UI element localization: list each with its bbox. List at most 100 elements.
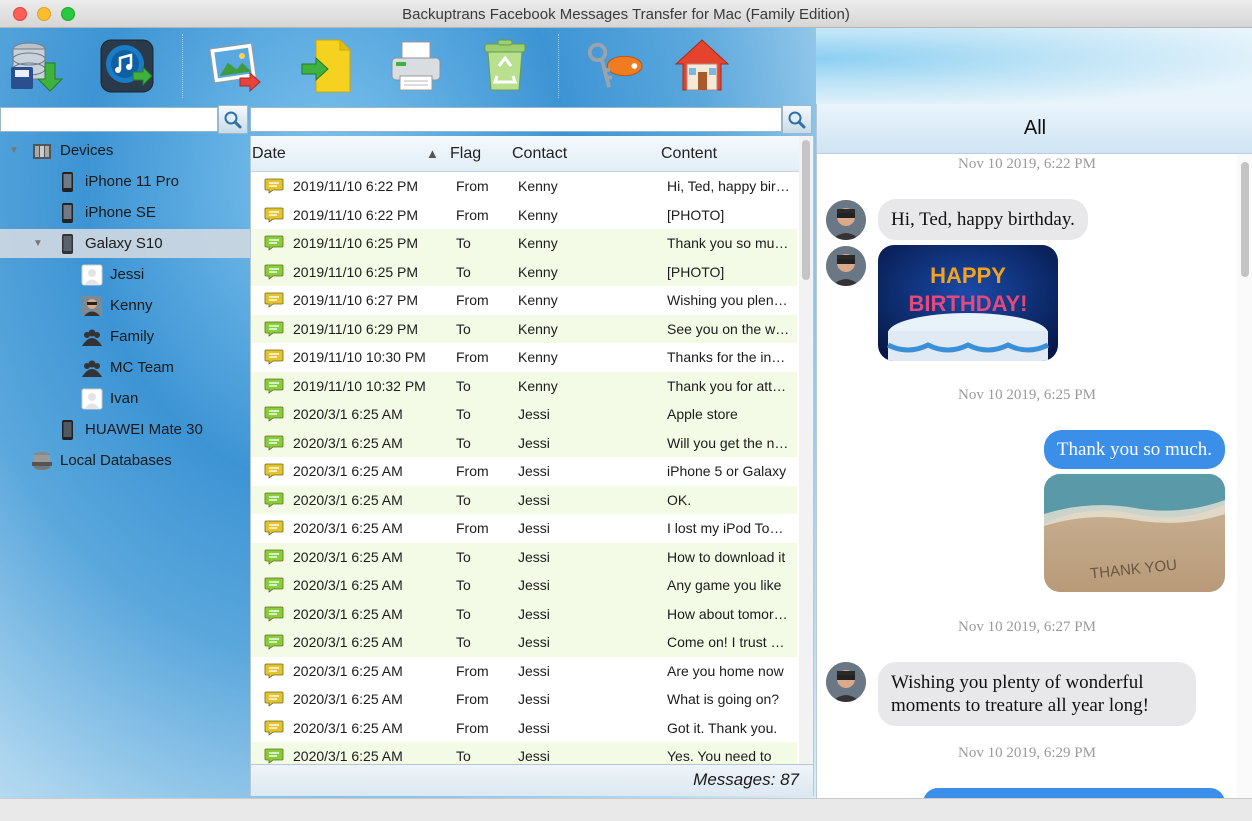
timestamp: Nov 10 2019, 6:22 PM	[958, 156, 1096, 172]
message-icon	[264, 492, 284, 508]
table-row[interactable]: 2020/3/1 6:25 AM To Jessi How about tomorro…	[251, 599, 797, 628]
home-button[interactable]	[672, 36, 732, 96]
tree-contact-kenny[interactable]: Kenny	[0, 291, 250, 320]
avatar	[826, 662, 866, 702]
delete-button[interactable]	[475, 36, 535, 96]
cell-flag: To	[456, 377, 471, 394]
photo-text-line1: HAPPY	[930, 263, 1006, 288]
phone-icon	[56, 171, 78, 193]
table-row[interactable]: 2019/11/10 10:30 PM From Kenny Thanks for t…	[251, 343, 797, 372]
tree-label: iPhone SE	[85, 204, 156, 221]
cell-flag: To	[456, 548, 471, 565]
table-row[interactable]: 2020/3/1 6:25 AM To Jessi OK.	[251, 485, 797, 514]
phone-icon	[56, 419, 78, 441]
message-icon	[264, 634, 284, 650]
database-icon	[31, 450, 53, 472]
table-row[interactable]: 2019/11/10 6:25 PM To Kenny [PHOTO]	[251, 257, 797, 286]
table-row[interactable]: 2019/11/10 6:25 PM To Kenny Thank you so mu…	[251, 229, 797, 258]
message-search-field[interactable]	[250, 107, 782, 132]
outgoing-message-bubble[interactable]: Thank you so much.	[1043, 430, 1225, 469]
table-row[interactable]: 2020/3/1 6:25 AM To Jessi Any game you like	[251, 571, 797, 600]
column-date[interactable]: Date	[252, 145, 286, 163]
table-row[interactable]: 2019/11/10 6:22 PM From Kenny [PHOTO]	[251, 201, 797, 230]
print-button[interactable]	[386, 36, 446, 96]
cell-content: What is going on?	[667, 691, 780, 707]
avatar	[826, 246, 866, 286]
tree-contact-jessi[interactable]: Jessi	[0, 260, 250, 289]
device-search-input[interactable]	[1, 108, 217, 131]
tree-contact-ivan[interactable]: Ivan	[0, 384, 250, 413]
table-row[interactable]: 2019/11/10 6:29 PM To Kenny See you on the …	[251, 314, 797, 343]
column-contact[interactable]: Contact	[512, 145, 567, 163]
table-row[interactable]: 2019/11/10 6:22 PM From Kenny Hi, Ted, happ…	[251, 172, 797, 201]
import-file-button[interactable]	[298, 36, 358, 96]
cell-contact: Jessi	[518, 662, 550, 679]
conversation-scrollbar[interactable]	[1237, 154, 1252, 798]
table-row[interactable]: 2020/3/1 6:25 AM To Jessi Will you get the …	[251, 428, 797, 457]
export-photo-button[interactable]	[206, 36, 266, 96]
cell-date: 2020/3/1 6:25 AM	[293, 491, 403, 508]
table-row[interactable]: 2020/3/1 6:25 AM To Jessi Come on! I trust …	[251, 628, 797, 657]
column-flag[interactable]: Flag	[450, 145, 481, 163]
timestamp: Nov 10 2019, 6:27 PM	[958, 619, 1096, 635]
table-row[interactable]: 2020/3/1 6:25 AM From Jessi iPhone 5 or Gal…	[251, 457, 797, 486]
tree-local-databases[interactable]: Local Databases	[0, 446, 250, 475]
cell-content: Thank you so much.	[667, 235, 791, 251]
disclosure-triangle-icon[interactable]: ▼	[33, 238, 43, 249]
message-search-button[interactable]	[782, 105, 812, 134]
outgoing-message-bubble[interactable]	[923, 788, 1225, 798]
table-row[interactable]: 2020/3/1 6:25 AM To Jessi Apple store	[251, 400, 797, 429]
table-row[interactable]: 2019/11/10 6:27 PM From Kenny Wishing you p…	[251, 286, 797, 315]
device-search-button[interactable]	[218, 105, 248, 134]
outgoing-photo-thank-you[interactable]: THANK YOU	[1044, 474, 1225, 592]
tree-device-galaxy-s10[interactable]: ▼ Galaxy S10	[0, 229, 250, 258]
cell-date: 2020/3/1 6:25 AM	[293, 691, 403, 707]
conversation-scroll-thumb[interactable]	[1241, 162, 1249, 277]
cell-content: Thanks for the invitation	[667, 349, 791, 365]
cell-date: 2019/11/10 6:25 PM	[293, 235, 419, 251]
tree-devices[interactable]: ▼ Devices	[0, 136, 250, 165]
incoming-photo-birthday[interactable]: HAPPY BIRTHDAY!	[878, 245, 1058, 361]
blank-avatar-icon	[81, 264, 103, 286]
cell-flag: To	[456, 748, 471, 764]
cell-contact: Jessi	[518, 463, 550, 479]
cell-contact: Kenny	[518, 377, 558, 394]
list-header: Date ▲ Flag Contact Content	[251, 136, 799, 172]
table-row[interactable]: 2020/3/1 6:25 AM From Jessi Got it. Thank y…	[251, 714, 797, 743]
table-row[interactable]: 2020/3/1 6:25 AM To Jessi Yes. You need to	[251, 742, 797, 764]
cell-content: Got it. Thank you.	[667, 719, 778, 736]
table-row[interactable]: 2019/11/10 10:32 PM To Kenny Thank you for …	[251, 371, 797, 400]
itunes-transfer-button[interactable]	[97, 36, 157, 96]
cell-contact: Kenny	[518, 292, 558, 308]
cell-flag: From	[456, 178, 489, 194]
toolbar	[0, 28, 1252, 104]
tree-group-family[interactable]: Family	[0, 322, 250, 351]
device-search-field[interactable]	[0, 107, 218, 132]
tree-device-huawei-mate-30[interactable]: HUAWEI Mate 30	[0, 415, 250, 444]
message-icon	[264, 378, 284, 394]
backup-database-button[interactable]	[6, 36, 66, 96]
cell-date: 2019/11/10 6:29 PM	[293, 320, 419, 337]
cell-content: Any game you like	[667, 577, 782, 593]
tree-label: Family	[110, 328, 155, 345]
table-row[interactable]: 2020/3/1 6:25 AM From Jessi What is going o…	[251, 685, 797, 714]
disclosure-triangle-icon[interactable]: ▼	[9, 145, 19, 156]
tree-group-mc-team[interactable]: MC Team	[0, 353, 250, 382]
cell-content: How to download it	[667, 548, 786, 565]
tree-device-iphone-11-pro[interactable]: iPhone 11 Pro	[0, 167, 250, 196]
itunes-transfer-icon	[100, 39, 154, 93]
message-search-input[interactable]	[251, 108, 781, 131]
table-row[interactable]: 2020/3/1 6:25 AM From Jessi I lost my iPod …	[251, 514, 797, 543]
table-row[interactable]: 2020/3/1 6:25 AM From Jessi Are you home no…	[251, 657, 797, 686]
cell-content: I lost my iPod Touch	[667, 520, 791, 536]
table-row[interactable]: 2020/3/1 6:25 AM To Jessi How to download i…	[251, 542, 797, 571]
registration-key-button[interactable]	[584, 36, 644, 96]
incoming-message-bubble[interactable]: Wishing you plenty of wonderful moments …	[878, 662, 1196, 726]
list-scrollbar[interactable]	[799, 136, 813, 764]
list-scroll-thumb[interactable]	[802, 140, 810, 280]
column-content[interactable]: Content	[661, 145, 717, 163]
incoming-message-bubble[interactable]: Hi, Ted, happy birthday.	[878, 199, 1088, 240]
tree-device-iphone-se[interactable]: iPhone SE	[0, 198, 250, 227]
sort-ascending-icon[interactable]: ▲	[426, 146, 439, 161]
window-title: Backuptrans Facebook Messages Transfer f…	[402, 6, 850, 23]
